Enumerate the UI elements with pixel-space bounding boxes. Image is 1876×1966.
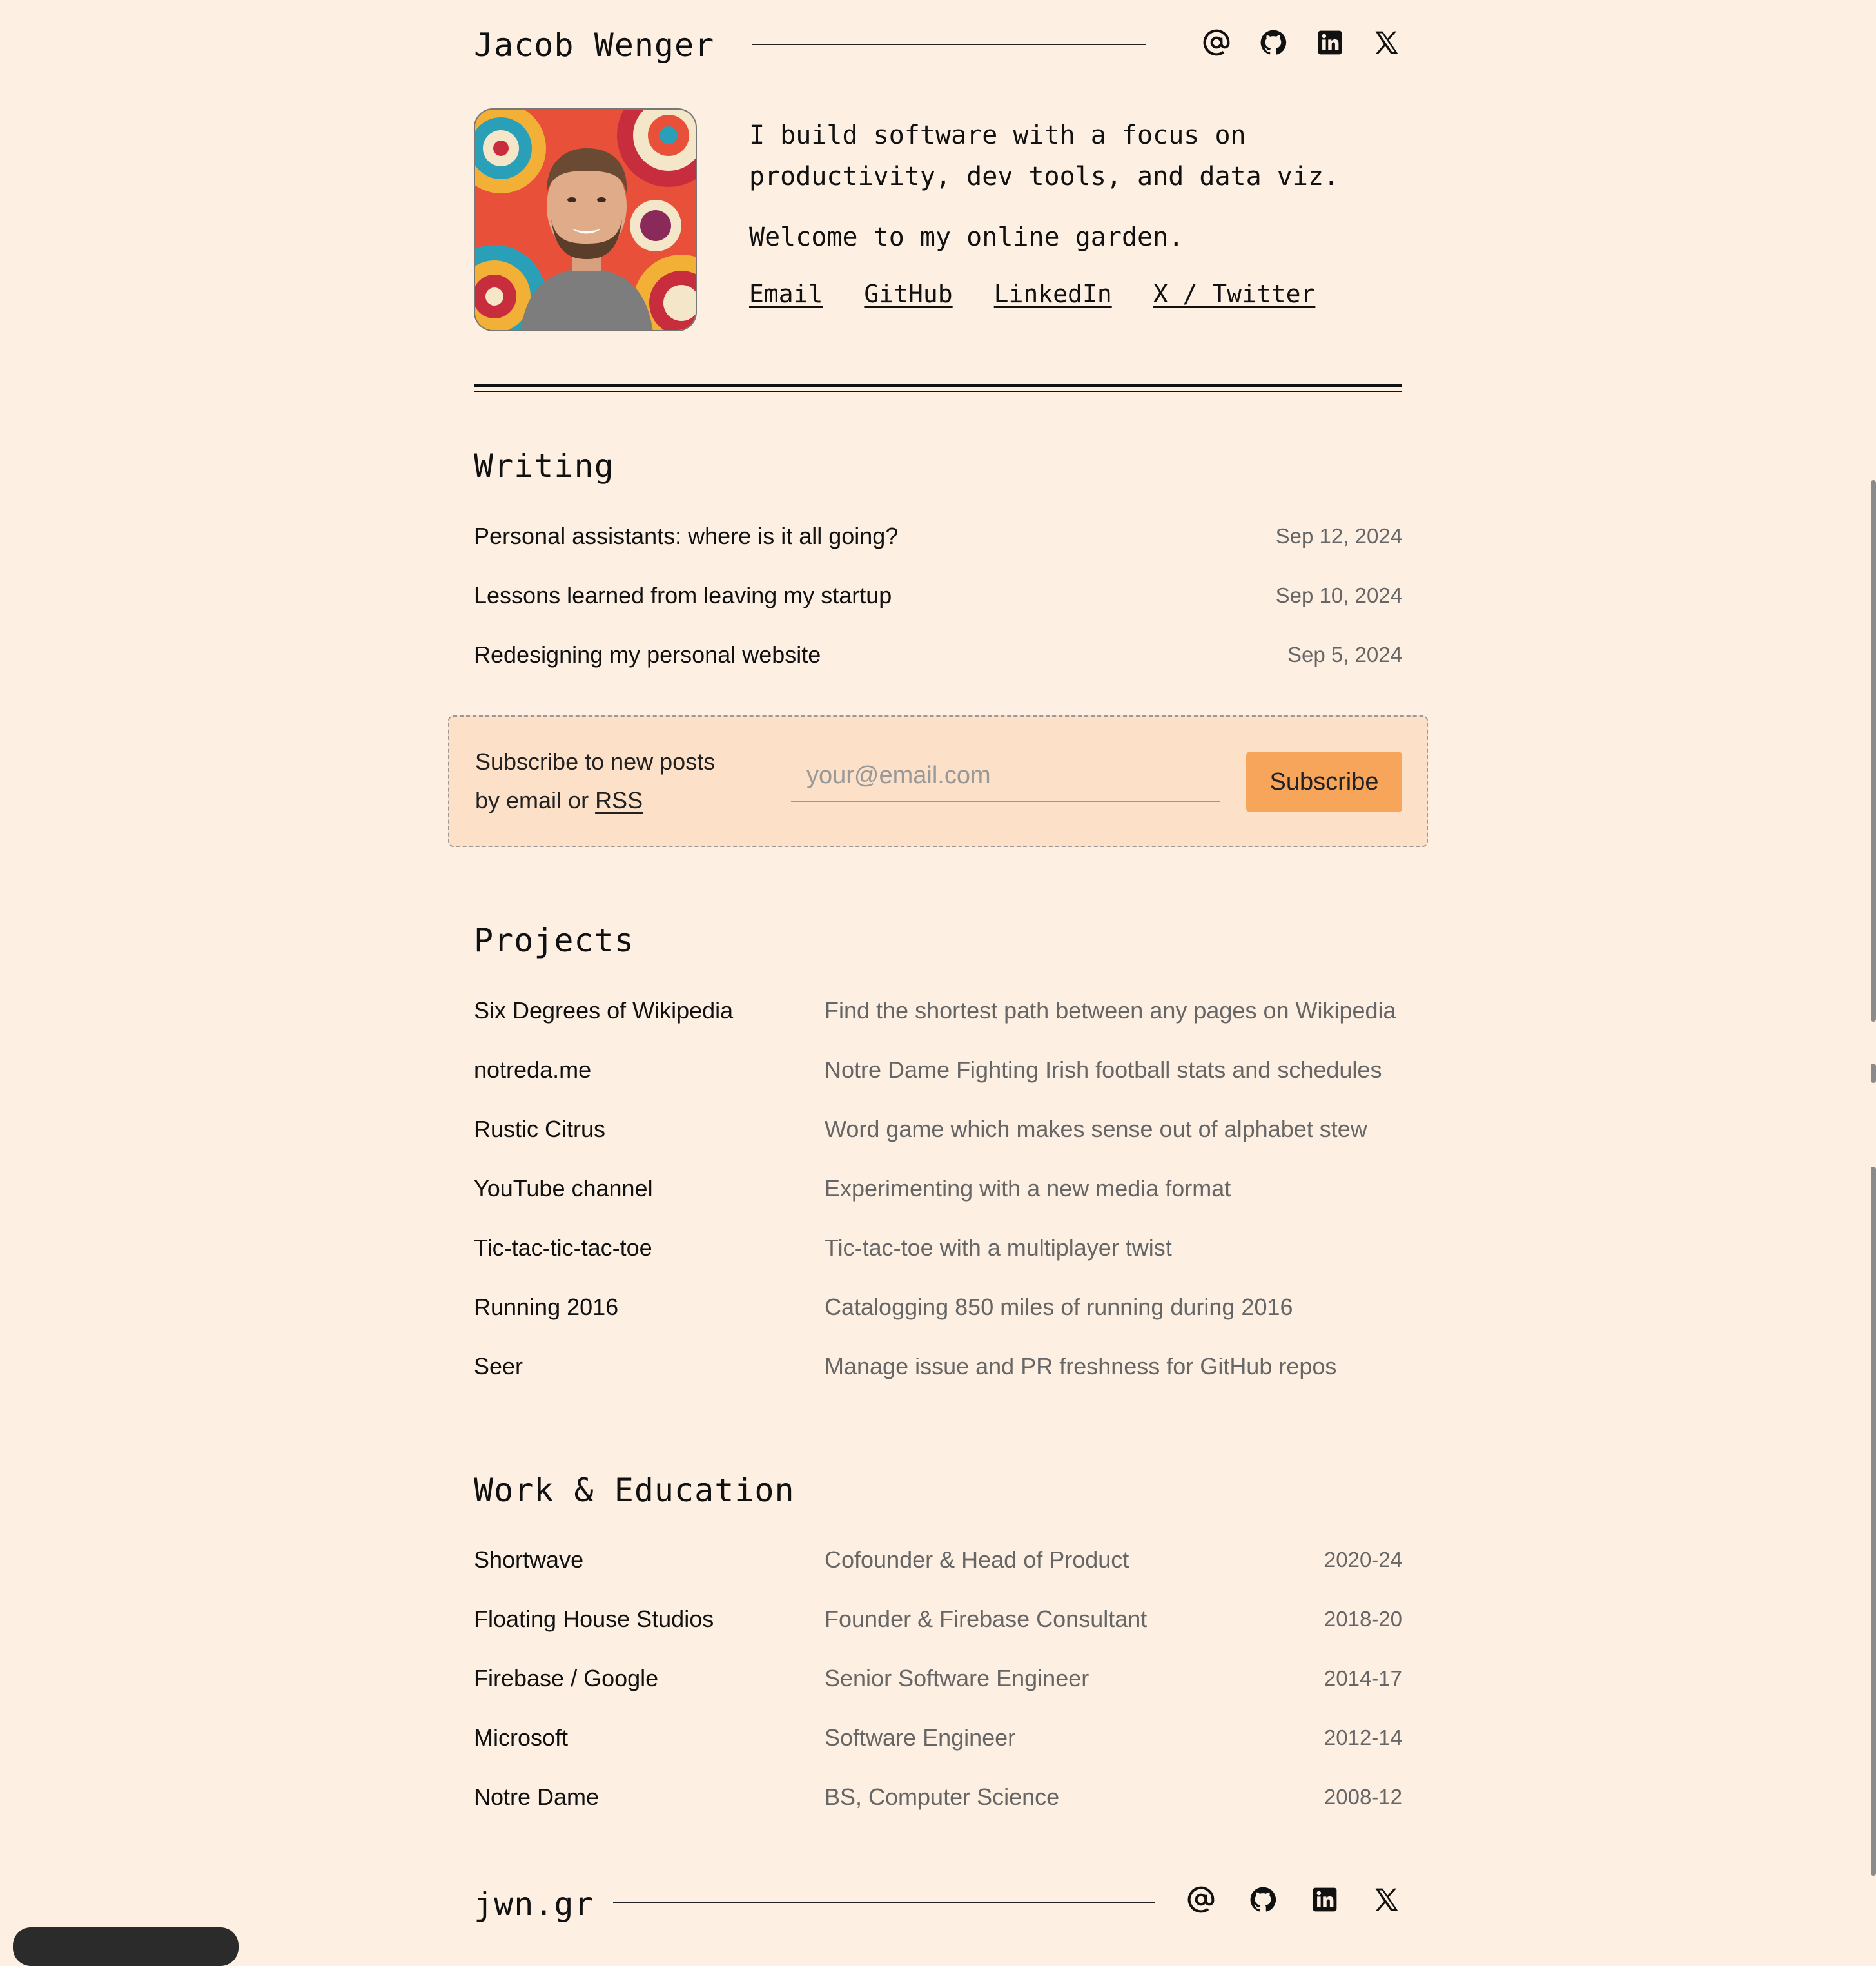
rss-link[interactable]: RSS bbox=[595, 787, 643, 813]
avatar bbox=[474, 108, 697, 331]
post-date: Sep 12, 2024 bbox=[1275, 524, 1402, 548]
site-title[interactable]: Jacob Wenger bbox=[474, 26, 714, 64]
linkedin-icon[interactable] bbox=[1309, 1884, 1340, 1915]
post-date: Sep 10, 2024 bbox=[1275, 583, 1402, 607]
footer-social-icons bbox=[1186, 1884, 1402, 1915]
subscribe-box: Subscribe to new posts by email or RSS S… bbox=[448, 715, 1428, 847]
linkedin-icon[interactable] bbox=[1314, 27, 1345, 58]
at-icon[interactable] bbox=[1186, 1884, 1216, 1915]
scrollbar-thumb[interactable] bbox=[1871, 480, 1876, 1022]
github-icon[interactable] bbox=[1258, 27, 1289, 58]
project-name[interactable]: YouTube channel bbox=[474, 1169, 653, 1208]
footer-divider bbox=[613, 1902, 1155, 1903]
work-role: Cofounder & Head of Product bbox=[825, 1546, 1129, 1573]
project-desc: Find the shortest path between any pages… bbox=[825, 997, 1396, 1024]
project-name[interactable]: Rustic Citrus bbox=[474, 1110, 605, 1149]
projects-heading: Projects bbox=[474, 922, 634, 959]
github-icon[interactable] bbox=[1247, 1884, 1278, 1915]
email-link[interactable]: Email bbox=[749, 280, 823, 308]
project-row[interactable]: Six Degrees of Wikipedia Find the shorte… bbox=[474, 991, 1402, 1030]
project-desc: Experimenting with a new media format bbox=[825, 1175, 1231, 1202]
project-name[interactable]: Seer bbox=[474, 1347, 523, 1386]
site-header: Jacob Wenger bbox=[474, 19, 1402, 71]
floating-toolbar[interactable] bbox=[13, 1927, 239, 1966]
subscribe-text: Subscribe to new posts by email or RSS bbox=[475, 743, 733, 820]
project-desc: Tic-tac-toe with a multiplayer twist bbox=[825, 1234, 1172, 1261]
work-row: Shortwave Cofounder & Head of Product 20… bbox=[474, 1541, 1402, 1579]
work-years: 2008-12 bbox=[1324, 1785, 1402, 1809]
project-desc: Word game which makes sense out of alpha… bbox=[825, 1116, 1367, 1142]
project-name[interactable]: Six Degrees of Wikipedia bbox=[474, 991, 733, 1030]
intro-links: Email GitHub LinkedIn X / Twitter bbox=[749, 280, 1394, 308]
work-role: BS, Computer Science bbox=[825, 1784, 1060, 1810]
intro-welcome: Welcome to my online garden. bbox=[749, 222, 1184, 252]
project-row[interactable]: Seer Manage issue and PR freshness for G… bbox=[474, 1347, 1402, 1386]
work-org[interactable]: Firebase / Google bbox=[474, 1659, 658, 1698]
work-role: Founder & Firebase Consultant bbox=[825, 1606, 1148, 1632]
project-name[interactable]: Running 2016 bbox=[474, 1288, 618, 1327]
site-footer: jwn.gr bbox=[474, 1879, 1402, 1931]
linkedin-link[interactable]: LinkedIn bbox=[994, 280, 1112, 308]
project-name[interactable]: notreda.me bbox=[474, 1051, 591, 1089]
project-row[interactable]: Tic-tac-tic-tac-toe Tic-tac-toe with a m… bbox=[474, 1229, 1402, 1267]
email-input[interactable] bbox=[791, 750, 1220, 802]
post-date: Sep 5, 2024 bbox=[1287, 643, 1402, 667]
work-row: Firebase / Google Senior Software Engine… bbox=[474, 1659, 1402, 1698]
post-title[interactable]: Lessons learned from leaving my startup bbox=[474, 576, 892, 615]
project-row[interactable]: Rustic Citrus Word game which makes sens… bbox=[474, 1110, 1402, 1149]
work-org[interactable]: Floating House Studios bbox=[474, 1600, 714, 1639]
intro: I build software with a focus on product… bbox=[749, 115, 1394, 308]
section-divider bbox=[474, 384, 1402, 392]
header-divider bbox=[752, 44, 1146, 45]
footer-title[interactable]: jwn.gr bbox=[474, 1885, 594, 1923]
twitter-link[interactable]: X / Twitter bbox=[1153, 280, 1316, 308]
github-link[interactable]: GitHub bbox=[864, 280, 952, 308]
work-years: 2020-24 bbox=[1324, 1548, 1402, 1572]
at-icon[interactable] bbox=[1201, 27, 1232, 58]
project-desc: Notre Dame Fighting Irish football stats… bbox=[825, 1056, 1382, 1083]
post-row[interactable]: Lessons learned from leaving my startup … bbox=[474, 576, 1402, 615]
project-row[interactable]: YouTube channel Experimenting with a new… bbox=[474, 1169, 1402, 1208]
x-icon[interactable] bbox=[1371, 27, 1402, 58]
writing-heading: Writing bbox=[474, 447, 614, 485]
project-row[interactable]: Running 2016 Catalogging 850 miles of ru… bbox=[474, 1288, 1402, 1327]
work-years: 2014-17 bbox=[1324, 1666, 1402, 1690]
project-desc: Catalogging 850 miles of running during … bbox=[825, 1294, 1293, 1320]
work-org[interactable]: Notre Dame bbox=[474, 1778, 599, 1816]
intro-tagline: I build software with a focus on product… bbox=[749, 121, 1340, 191]
work-org[interactable]: Shortwave bbox=[474, 1541, 583, 1579]
post-row[interactable]: Redesigning my personal website Sep 5, 2… bbox=[474, 636, 1402, 674]
work-row: Floating House Studios Founder & Firebas… bbox=[474, 1600, 1402, 1639]
post-row[interactable]: Personal assistants: where is it all goi… bbox=[474, 517, 1402, 556]
work-heading: Work & Education bbox=[474, 1472, 795, 1509]
project-desc: Manage issue and PR freshness for GitHub… bbox=[825, 1353, 1337, 1379]
work-row: Microsoft Software Engineer 2012-14 bbox=[474, 1718, 1402, 1757]
page: Jacob Wenger I build software with a foc… bbox=[0, 0, 1876, 1966]
work-years: 2012-14 bbox=[1324, 1726, 1402, 1749]
project-name[interactable]: Tic-tac-tic-tac-toe bbox=[474, 1229, 652, 1267]
subscribe-button[interactable]: Subscribe bbox=[1246, 752, 1402, 812]
header-social-icons bbox=[1201, 27, 1402, 58]
work-org[interactable]: Microsoft bbox=[474, 1718, 568, 1757]
scrollbar-marker bbox=[1871, 1064, 1876, 1083]
work-role: Software Engineer bbox=[825, 1724, 1016, 1751]
scrollbar-track[interactable] bbox=[1871, 1167, 1876, 1876]
work-row: Notre Dame BS, Computer Science 2008-12 bbox=[474, 1778, 1402, 1816]
project-row[interactable]: notreda.me Notre Dame Fighting Irish foo… bbox=[474, 1051, 1402, 1089]
work-years: 2018-20 bbox=[1324, 1607, 1402, 1631]
post-title[interactable]: Redesigning my personal website bbox=[474, 636, 821, 674]
work-role: Senior Software Engineer bbox=[825, 1665, 1089, 1691]
post-title[interactable]: Personal assistants: where is it all goi… bbox=[474, 517, 898, 556]
x-icon[interactable] bbox=[1371, 1884, 1402, 1915]
